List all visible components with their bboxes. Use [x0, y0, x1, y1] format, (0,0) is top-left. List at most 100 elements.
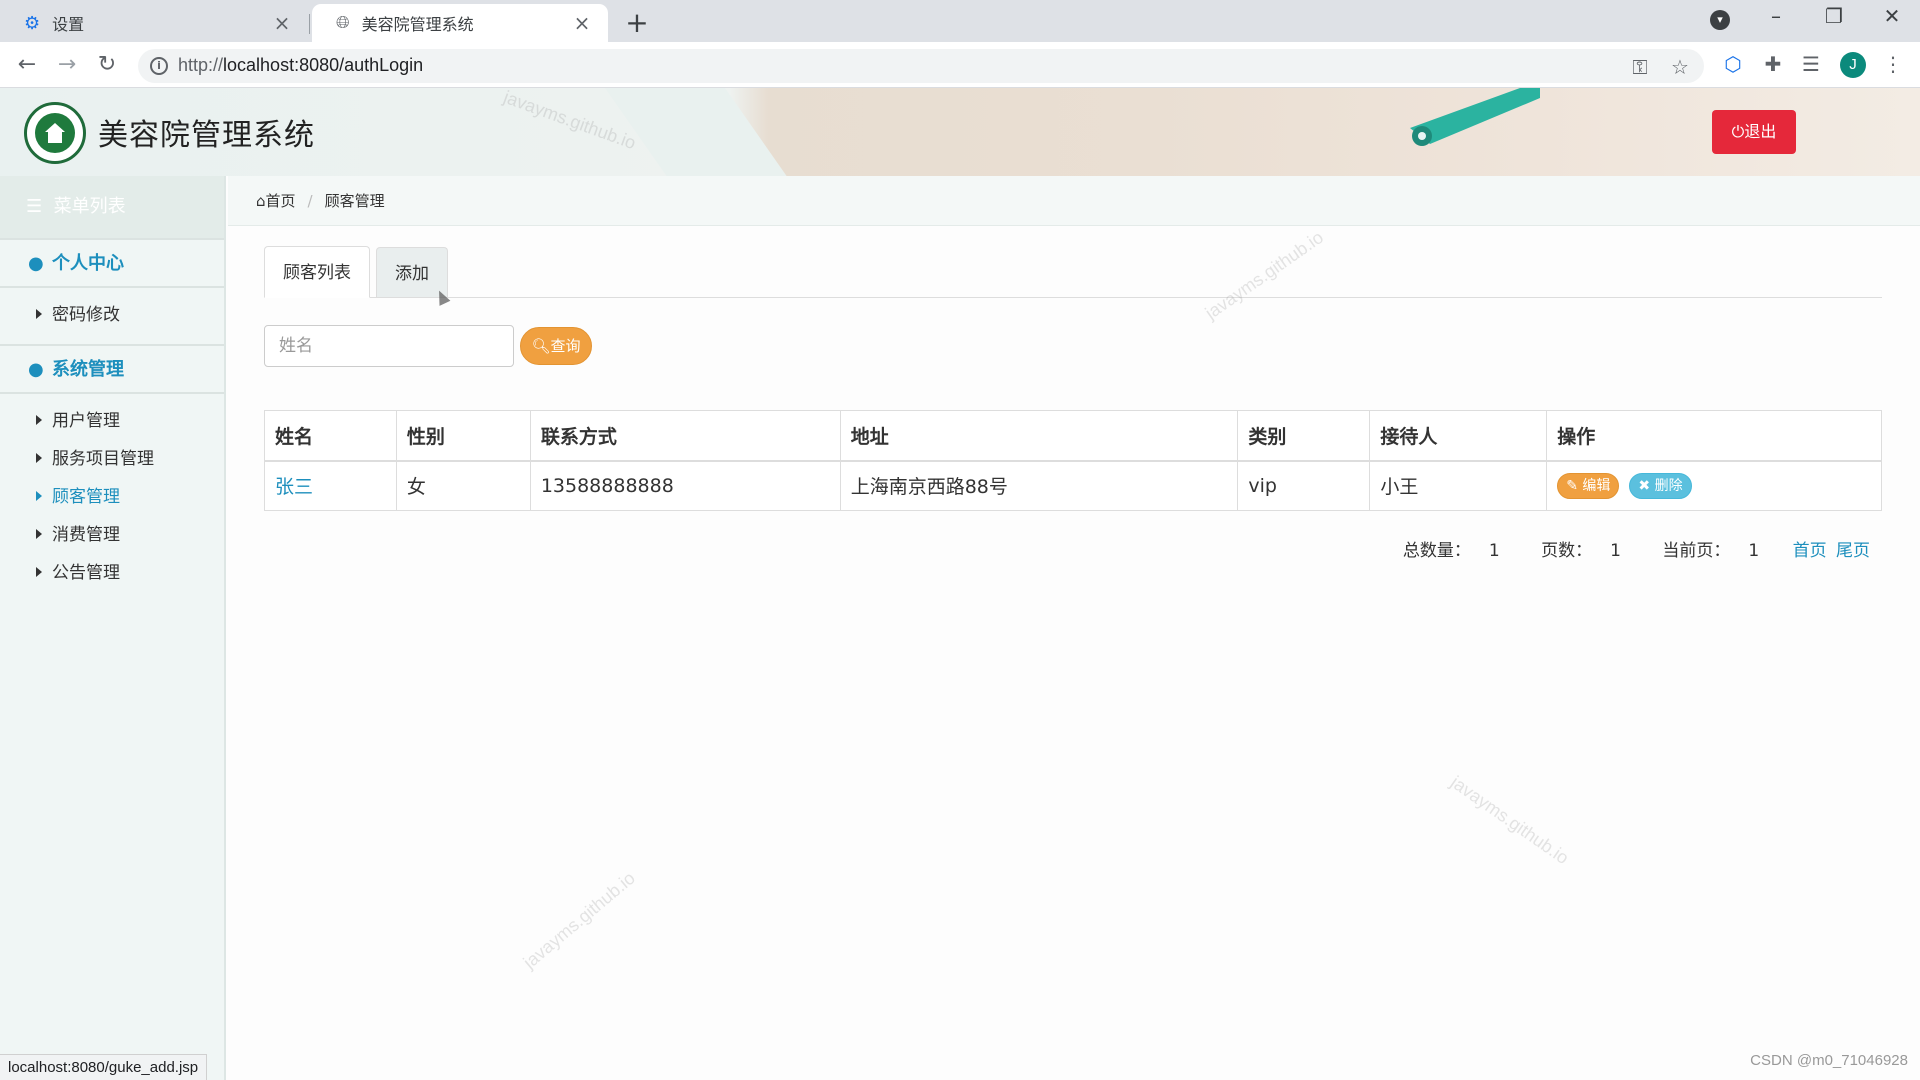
watermark: javayms.github.io [519, 867, 639, 973]
status-bar-url: localhost:8080/guke_add.jsp [0, 1054, 208, 1080]
window-close-icon[interactable]: ✕ [1872, 4, 1912, 28]
pagination: 总数量： 1 页数： 1 当前页： 1 首页 尾页 [1367, 536, 1870, 561]
user-icon: ● [28, 359, 44, 380]
watermark: javayms.github.io [1447, 772, 1573, 869]
column-header-address: 地址 [839, 410, 1239, 462]
table-header-row: 姓名 性别 联系方式 地址 类别 接待人 操作 [264, 410, 1882, 462]
browser-tab-settings[interactable]: ⚙ 设置 × [0, 4, 308, 42]
edit-button[interactable]: ✎ 编辑 [1557, 472, 1620, 499]
forward-icon[interactable]: → [52, 50, 82, 80]
tab-separator [309, 14, 310, 34]
globe-icon: 🌐︎ [336, 13, 350, 33]
name-search-input[interactable] [264, 325, 514, 367]
group-label: 系统管理 [52, 359, 124, 380]
tab-title: 设置 [52, 15, 85, 34]
close-x-icon: ✖ [1638, 477, 1651, 494]
cell-phone: 13588888888 [529, 460, 841, 511]
list-icon: ☰ [26, 196, 43, 217]
key-icon[interactable]: ⚿ [1628, 55, 1652, 79]
sidebar-item-announcements[interactable]: 公告管理 [0, 554, 224, 592]
column-header-name: 姓名 [264, 410, 397, 462]
cell-address: 上海南京西路88号 [839, 460, 1239, 511]
caret-right-icon [36, 415, 42, 425]
column-header-gender: 性别 [395, 410, 531, 462]
reading-list-icon[interactable]: ☰ [1798, 52, 1824, 76]
delete-button[interactable]: ✖ 删除 [1629, 472, 1692, 499]
url-text: http://localhost:8080/authLogin [178, 55, 424, 75]
caret-right-icon [36, 309, 42, 319]
home-icon: ⌂ [256, 192, 266, 210]
site-info-icon[interactable]: i [150, 57, 168, 75]
cell-category: vip [1237, 460, 1371, 511]
sidebar-group-personal-items: 密码修改 [0, 288, 224, 344]
tab-customer-list[interactable]: 顾客列表 [264, 246, 370, 298]
address-bar[interactable]: i http://localhost:8080/authLogin ⚿ ☆ [138, 49, 1704, 83]
edit-label: 编辑 [1582, 477, 1611, 494]
csdn-credit: CSDN @m0_71046928 [1750, 1052, 1908, 1069]
app-title: 美容院管理系统 [98, 118, 315, 153]
extension-hex-icon[interactable]: ⬡ [1720, 52, 1746, 76]
page-tabs: 顾客列表 添加 [264, 246, 1882, 298]
extensions-puzzle-icon[interactable]: ✚ [1760, 52, 1786, 76]
breadcrumb-separator: / [307, 192, 313, 210]
sidebar-item-label: 用户管理 [52, 411, 120, 431]
sidebar-group-system[interactable]: ● 系统管理 [0, 344, 224, 394]
cell-gender: 女 [395, 460, 531, 511]
group-label: 个人中心 [52, 253, 124, 274]
sidebar-item-consumption[interactable]: 消费管理 [0, 516, 224, 554]
pen-decoration-image [1410, 88, 1540, 146]
back-icon[interactable]: ← [12, 50, 42, 80]
delete-label: 删除 [1654, 477, 1683, 494]
sidebar-item-users[interactable]: 用户管理 [0, 402, 224, 440]
last-page-link[interactable]: 尾页 [1836, 541, 1870, 561]
sidebar-item-password[interactable]: 密码修改 [0, 296, 224, 334]
column-header-receptionist: 接待人 [1369, 410, 1548, 462]
column-header-category: 类别 [1237, 410, 1371, 462]
logout-button[interactable]: ⏻退出 [1712, 110, 1796, 154]
caret-right-icon [36, 491, 42, 501]
sidebar-item-customers[interactable]: 顾客管理 [0, 478, 224, 516]
sidebar-item-label: 顾客管理 [52, 487, 120, 507]
more-menu-icon[interactable]: ⋮ [1880, 52, 1906, 76]
tab-search-icon[interactable]: ▾ [1710, 10, 1730, 30]
browser-tab-app[interactable]: 🌐︎ 美容院管理系统 × [312, 4, 608, 42]
total-count: 总数量： 1 [1402, 541, 1500, 561]
gear-icon: ⚙ [24, 12, 41, 34]
caret-right-icon [36, 567, 42, 577]
column-header-actions: 操作 [1546, 410, 1882, 462]
sidebar-item-services[interactable]: 服务项目管理 [0, 440, 224, 478]
cell-receptionist: 小王 [1369, 460, 1548, 511]
new-tab-button[interactable]: + [622, 6, 652, 39]
breadcrumb-home[interactable]: 首页 [266, 192, 296, 210]
customer-table: 姓名 性别 联系方式 地址 类别 接待人 操作 张三 女 13588888888… [264, 410, 1882, 511]
sidebar-item-label: 消费管理 [52, 525, 120, 545]
tab-add[interactable]: 添加 [376, 247, 448, 297]
user-icon: ● [28, 253, 44, 274]
app-header: 美容院管理系统 ⏻退出 [0, 88, 1920, 176]
sidebar-item-label: 服务项目管理 [52, 449, 154, 469]
bookmark-star-icon[interactable]: ☆ [1668, 55, 1692, 79]
query-button-label: 查询 [550, 337, 581, 355]
query-button[interactable]: 🔍︎查询 [520, 327, 592, 365]
close-tab-icon[interactable]: × [572, 11, 592, 35]
close-tab-icon[interactable]: × [272, 11, 292, 35]
customer-name-link[interactable]: 张三 [264, 460, 397, 511]
university-logo [24, 102, 86, 164]
minimize-icon[interactable]: – [1756, 4, 1796, 28]
profile-avatar[interactable]: J [1840, 52, 1866, 78]
restore-icon[interactable]: ❐ [1814, 4, 1854, 28]
sidebar-group-personal[interactable]: ● 个人中心 [0, 238, 224, 288]
browser-tabstrip: ⚙ 设置 × 🌐︎ 美容院管理系统 × + ▾ – ❐ ✕ [0, 0, 1920, 42]
current-page: 当前页： 1 [1662, 541, 1760, 561]
column-header-phone: 联系方式 [529, 410, 841, 462]
table-row: 张三 女 13588888888 上海南京西路88号 vip 小王 ✎ 编辑 ✖… [264, 460, 1882, 511]
reload-icon[interactable]: ↻ [92, 50, 122, 80]
search-icon: 🔍︎ [531, 337, 551, 355]
breadcrumb: ⌂首页 / 顾客管理 [228, 176, 1920, 226]
sidebar-item-label: 密码修改 [52, 305, 120, 325]
cell-actions: ✎ 编辑 ✖ 删除 [1546, 460, 1882, 511]
first-page-link[interactable]: 首页 [1793, 541, 1827, 561]
pencil-icon: ✎ [1566, 477, 1578, 494]
sidebar-group-system-items: 用户管理 服务项目管理 顾客管理 消费管理 公告管理 [0, 394, 224, 602]
breadcrumb-current: 顾客管理 [324, 192, 385, 210]
